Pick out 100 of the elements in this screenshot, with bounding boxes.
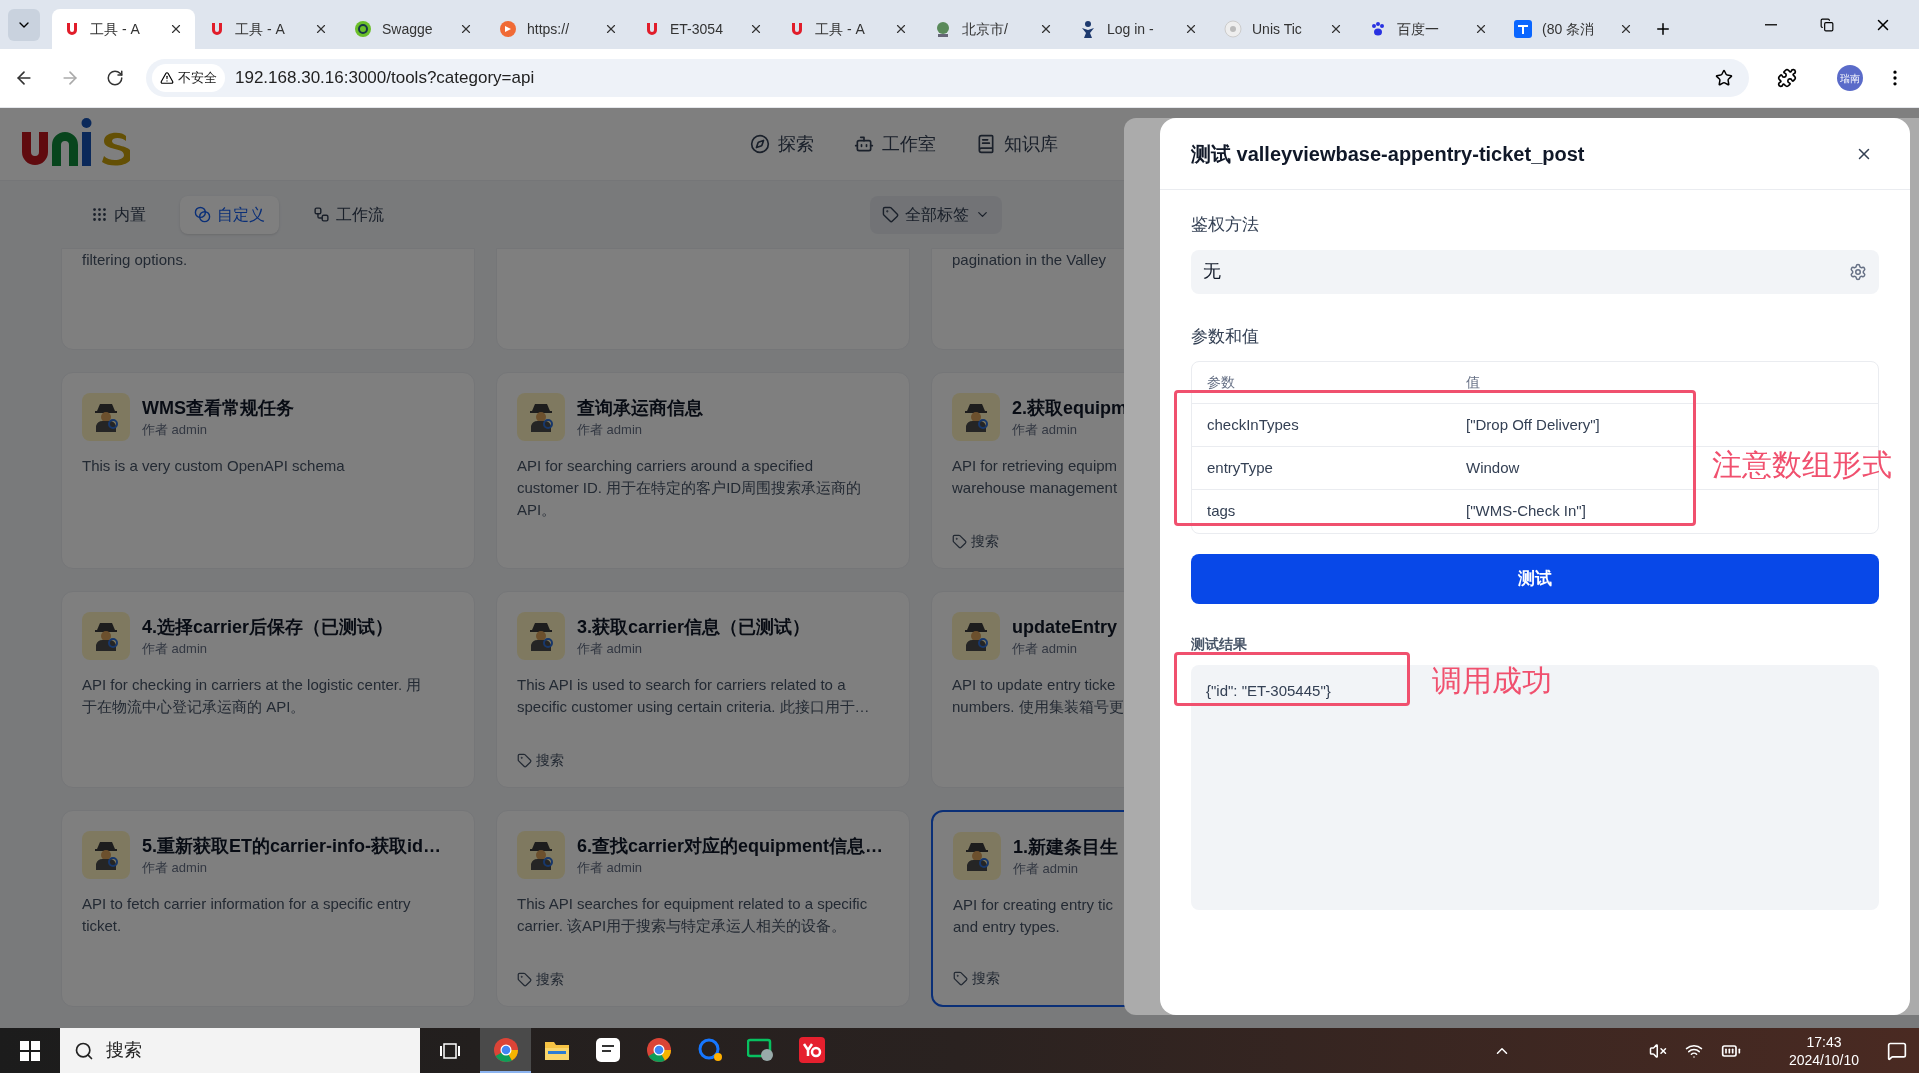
compass-icon (750, 134, 770, 154)
annotation-text: 调用成功 (1432, 663, 1552, 699)
category-tab[interactable]: 内置 (77, 195, 160, 234)
column-header: 值 (1466, 373, 1480, 392)
minimize-icon (1765, 23, 1777, 26)
chrome-icon (492, 1036, 519, 1063)
tab-search-button[interactable] (8, 9, 40, 41)
tool-card[interactable]: 3.获取carrier信息（已测试） 作者 admin This API is used to search for carriers related to a specific customer using certain criteria. 此接口用于… 搜索 (496, 591, 910, 788)
browser-tab[interactable]: Unis Tic (1212, 9, 1355, 49)
url-text: 192.168.30.16:3000/tools?category=api (235, 67, 536, 90)
close-icon[interactable] (459, 22, 473, 36)
browser-tab[interactable]: 百度一 (1357, 9, 1500, 49)
close-icon[interactable] (1474, 22, 1488, 36)
close-icon[interactable] (1039, 22, 1053, 36)
close-icon[interactable] (604, 22, 618, 36)
brand-icon (354, 20, 372, 38)
browser-tab[interactable]: https:// (487, 9, 630, 49)
brand-icon (1514, 20, 1532, 38)
close-icon[interactable] (749, 22, 763, 36)
clock[interactable]: 17:43 2024/10/10 (1788, 1032, 1859, 1069)
tool-card[interactable]: filtering options. (61, 248, 475, 350)
tool-title: 6.查找carrier对应的equipment信息… (577, 835, 884, 858)
auth-method-field[interactable]: 无 (1191, 249, 1879, 294)
reload-icon[interactable] (106, 69, 124, 87)
tool-card[interactable]: 4.选择carrier后保存（已测试） 作者 admin API for checking in carriers at the logistic center. 用 于在物流中心登记承运商的 API。 (61, 591, 475, 788)
tool-card[interactable]: WMS查看常规任务 作者 admin This is a very custom OpenAPI schema (61, 372, 475, 569)
address-bar[interactable]: 不安全 192.168.30.16:3000/tools?category=api (146, 59, 1749, 97)
profile-avatar[interactable]: 瑞南 (1837, 65, 1863, 91)
tool-description: This API is used to search for carriers related to a specific customer using certain criteria. 此接口用于… (517, 675, 870, 717)
tool-description: API for retrieving equipm warehouse management (952, 456, 1118, 498)
dictionary-icon (798, 1036, 825, 1063)
tool-author: 作者 admin (1012, 640, 1079, 658)
browser-tab[interactable]: 工具 - A (197, 9, 340, 49)
tool-description: API to update entry ticke numbers. 使用集装箱号更 (952, 675, 1124, 717)
tool-title: 查询承运商信息 (577, 397, 703, 420)
browser-tab[interactable]: 北京市/ (922, 9, 1065, 49)
tool-description: pagination in the Valley (952, 250, 1106, 270)
security-chip[interactable]: 不安全 (152, 64, 225, 92)
tool-card[interactable]: 6.查找carrier对应的equipment信息… 作者 admin This API searches for equipment related to a specific carrier. 该API用于搜索与特定承运人相关的设备。 搜索 (496, 810, 910, 1007)
tool-author: 作者 admin (577, 640, 644, 658)
nav-link[interactable]: 探索 (750, 130, 814, 158)
tool-description: filtering options. (82, 250, 188, 270)
figure-icon (528, 840, 554, 870)
tag-label: 搜索 (971, 532, 999, 551)
tab-title: 北京市/ (962, 19, 1009, 39)
param-name: entryType (1207, 457, 1274, 478)
tag-icon (953, 971, 968, 986)
param-value: ["Drop Off Delivery"] (1466, 414, 1600, 435)
time-text: 17:43 (1806, 1032, 1842, 1051)
tab-title: 百度一 (1397, 19, 1440, 39)
tool-card[interactable]: 查询承运商信息 作者 admin API for searching carriers around a specified customer ID. 用于在特定的客户ID周围搜索承运商的 API。 (496, 372, 910, 569)
tool-author: 作者 admin (142, 421, 209, 439)
close-icon[interactable] (1184, 22, 1198, 36)
result-text: {"id": "ET-305445"} (1206, 682, 1331, 699)
grid-icon (91, 206, 108, 223)
close-icon[interactable] (894, 22, 908, 36)
settings-icon[interactable] (1849, 262, 1867, 281)
figure-icon (528, 402, 554, 432)
category-tab[interactable]: 工作流 (299, 195, 398, 234)
tool-card[interactable]: 5.重新获取ET的carrier-info-获取id… 作者 admin API to fetch carrier information for a specific entry ticket. (61, 810, 475, 1007)
close-icon[interactable] (1619, 22, 1633, 36)
restore-icon (1820, 17, 1834, 32)
tag-label: 搜索 (536, 751, 564, 770)
figure-icon (93, 621, 119, 651)
tool-author: 作者 admin (577, 421, 644, 439)
warning-icon (160, 71, 174, 85)
plus-icon (1654, 20, 1672, 38)
brand-icon (1224, 20, 1242, 38)
browser-tab[interactable]: ET-3054 (632, 9, 775, 49)
figure-icon (93, 402, 119, 432)
task-view-icon (440, 1041, 460, 1060)
nav-link[interactable]: 工作室 (854, 130, 936, 158)
volume-icon[interactable] (1648, 1041, 1667, 1060)
brand-icon (644, 21, 660, 37)
browser-tab[interactable]: 工具 - A (777, 9, 920, 49)
bookmark-icon[interactable] (1715, 69, 1733, 87)
figure-icon (963, 402, 989, 432)
browser-tab[interactable]: (80 条消 (1502, 9, 1645, 49)
person-icon (1079, 20, 1097, 38)
browser-tab[interactable]: Swagge (342, 9, 485, 49)
tab-title: 工具 - A (90, 19, 141, 39)
browser-tab[interactable]: 工具 - A (52, 9, 195, 49)
close-icon[interactable] (314, 22, 328, 36)
extensions-icon[interactable] (1777, 68, 1797, 88)
tool-author: 作者 admin (1012, 421, 1079, 439)
tool-description: API for creating entry tic and entry types. (953, 895, 1114, 937)
tool-author: 作者 admin (142, 859, 209, 877)
test-button[interactable]: 测试 (1191, 554, 1879, 604)
params-label: 参数和值 (1191, 325, 1260, 348)
param-name: checkInTypes (1207, 414, 1300, 435)
tag-filter-dropdown[interactable]: 全部标签 (870, 195, 1002, 234)
nav-link[interactable]: 知识库 (976, 130, 1058, 158)
tab-title: 工具 - A (235, 19, 286, 39)
close-icon[interactable] (169, 22, 183, 36)
workflow-icon (313, 206, 330, 223)
close-icon[interactable] (1329, 22, 1343, 36)
notification-icon[interactable] (1887, 1040, 1907, 1061)
browser-tab[interactable]: Log in - (1067, 9, 1210, 49)
taskbar-search-field[interactable]: 搜索 (60, 1028, 420, 1073)
tool-author: 作者 admin (142, 640, 209, 658)
